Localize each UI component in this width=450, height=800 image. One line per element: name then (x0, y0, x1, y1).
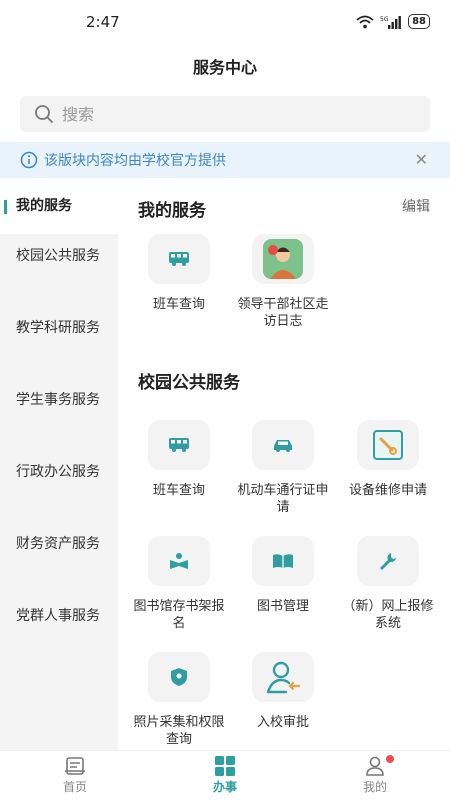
service-label: 领导干部社区走访日志 (237, 297, 329, 329)
edit-button[interactable]: 编辑 (402, 196, 430, 216)
bus-icon (148, 234, 210, 284)
shield-icon (148, 652, 210, 702)
network-type: 5G (380, 16, 389, 23)
search-bar[interactable] (20, 96, 430, 132)
repair-request-icon (357, 420, 419, 470)
sidebar-item-finance-assets[interactable]: 财务资产服务 (0, 522, 118, 594)
tab-label: 首页 (62, 780, 87, 794)
service-label: 图书馆存书架报名 (133, 599, 225, 631)
sidebar-item-label: 教学科研服务 (16, 320, 100, 336)
sidebar-item-administration[interactable]: 行政办公服务 (0, 450, 118, 522)
service-label: 图书管理 (256, 599, 309, 614)
sidebar-item-label: 党群人事服务 (16, 608, 100, 624)
service-equipment-repair[interactable]: 设备维修申请 (338, 420, 438, 499)
my-services-title: 我的服务 (138, 201, 206, 221)
wrench-icon (357, 536, 419, 586)
service-label: 机动车通行证申请 (237, 483, 329, 515)
tab-label: 办事 (212, 780, 237, 794)
sidebar-item-party-hr[interactable]: 党群人事服务 (0, 594, 118, 666)
tab-services[interactable]: 办事 (150, 751, 300, 800)
notice-banner: 该版块内容均由学校官方提供 ✕ (0, 142, 450, 178)
status-icons: 5G 88 (356, 14, 430, 29)
service-label: 入校审批 (256, 715, 309, 730)
public-services-title: 校园公共服务 (138, 373, 240, 393)
sidebar-item-campus-public[interactable]: 校园公共服务 (0, 234, 118, 306)
sidebar-item-label: 财务资产服务 (16, 536, 100, 552)
service-photo-permission[interactable]: 照片采集和权限查询 (129, 652, 229, 748)
leader-avatar-icon (252, 234, 314, 284)
service-label: （新）网上报修系统 (342, 599, 434, 631)
service-library-shelf[interactable]: 图书馆存书架报名 (129, 536, 229, 632)
sidebar-item-teaching-research[interactable]: 教学科研服务 (0, 306, 118, 378)
service-leader-visit-log[interactable]: 领导干部社区走访日志 (233, 234, 333, 330)
service-vehicle-pass[interactable]: 机动车通行证申请 (233, 420, 333, 516)
status-bar: 2:47 5G 88 (0, 0, 450, 44)
service-bus-query[interactable]: 班车查询 (129, 234, 229, 313)
category-sidebar: 我的服务 校园公共服务 教学科研服务 学生事务服务 行政办公服务 财务资产服务 … (0, 178, 118, 750)
wifi-icon (356, 15, 374, 28)
sidebar-item-student-affairs[interactable]: 学生事务服务 (0, 378, 118, 450)
services-content: 我的服务 编辑 班车查询 领导干部社区走访日志 校园公共服务 班车查询 机动车通… (118, 178, 450, 750)
info-icon (20, 151, 38, 169)
sidebar-item-my-services[interactable]: 我的服务 (0, 178, 118, 234)
close-icon[interactable]: ✕ (415, 150, 428, 169)
status-time: 2:47 (86, 13, 120, 31)
page-title: 服务中心 (192, 58, 257, 77)
tab-mine[interactable]: 我的 (300, 751, 450, 800)
sidebar-item-label: 我的服务 (16, 198, 72, 214)
book-reader-icon (148, 536, 210, 586)
user-entry-icon (252, 652, 314, 702)
service-label: 照片采集和权限查询 (133, 715, 225, 747)
person-icon (366, 756, 384, 776)
service-label: 班车查询 (152, 483, 205, 498)
sidebar-item-label: 学生事务服务 (16, 392, 100, 408)
service-online-repair[interactable]: （新）网上报修系统 (338, 536, 438, 632)
search-icon (35, 105, 53, 123)
tab-label: 我的 (362, 780, 387, 794)
service-bus-query-public[interactable]: 班车查询 (129, 420, 229, 499)
service-campus-entry[interactable]: 入校审批 (233, 652, 333, 731)
sidebar-item-label: 校园公共服务 (16, 248, 100, 264)
service-label: 设备维修申请 (348, 483, 427, 498)
grid-icon (215, 756, 235, 776)
open-book-icon (252, 536, 314, 586)
search-input[interactable] (62, 104, 402, 124)
service-label: 班车查询 (152, 297, 205, 312)
car-icon (252, 420, 314, 470)
notification-badge (386, 755, 394, 763)
home-icon (65, 757, 85, 775)
tab-home[interactable]: 首页 (0, 751, 150, 800)
notice-text: 该版块内容均由学校官方提供 (44, 153, 226, 169)
service-book-management[interactable]: 图书管理 (233, 536, 333, 615)
signal-icon: 5G (380, 15, 401, 29)
sidebar-item-label: 行政办公服务 (16, 464, 100, 480)
bus-icon (148, 420, 210, 470)
bottom-tab-bar: 首页 办事 我的 (0, 750, 450, 800)
battery-indicator: 88 (408, 14, 430, 29)
